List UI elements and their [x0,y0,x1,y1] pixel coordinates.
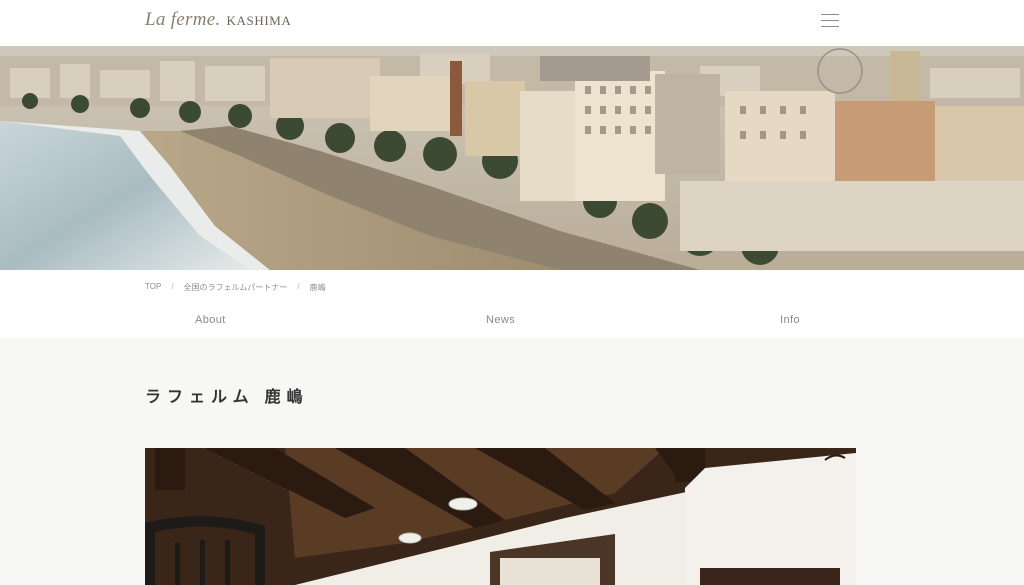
section-nav: About News Info [0,314,1024,328]
breadcrumb-item-partners[interactable]: 全国のラフェルムパートナー [184,282,288,293]
section-nav-about[interactable]: About [195,314,226,326]
interior-photo [145,448,856,585]
breadcrumb-item-current: 鹿嶋 [309,283,326,292]
hero-city-photo [0,46,1024,270]
section-nav-info[interactable]: Info [780,314,800,326]
site-header: La ferme. KASHIMA [0,0,1024,46]
page-title: ラフェルム 鹿嶋 [145,389,309,406]
breadcrumb-item-top[interactable]: TOP [145,282,161,293]
logo-location-text: KASHIMA [226,13,292,28]
breadcrumb-separator: / [297,282,300,291]
logo-script-text: La ferme. [145,9,221,30]
breadcrumb-bar: TOP / 全国のラフェルムパートナー / 鹿嶋 About News Info [0,270,1024,338]
breadcrumb-separator: / [171,282,174,291]
hamburger-menu-icon[interactable] [821,13,839,28]
section-nav-news[interactable]: News [486,314,515,326]
site-logo[interactable]: La ferme. KASHIMA [145,9,291,31]
breadcrumb: TOP / 全国のラフェルムパートナー / 鹿嶋 [145,282,326,293]
